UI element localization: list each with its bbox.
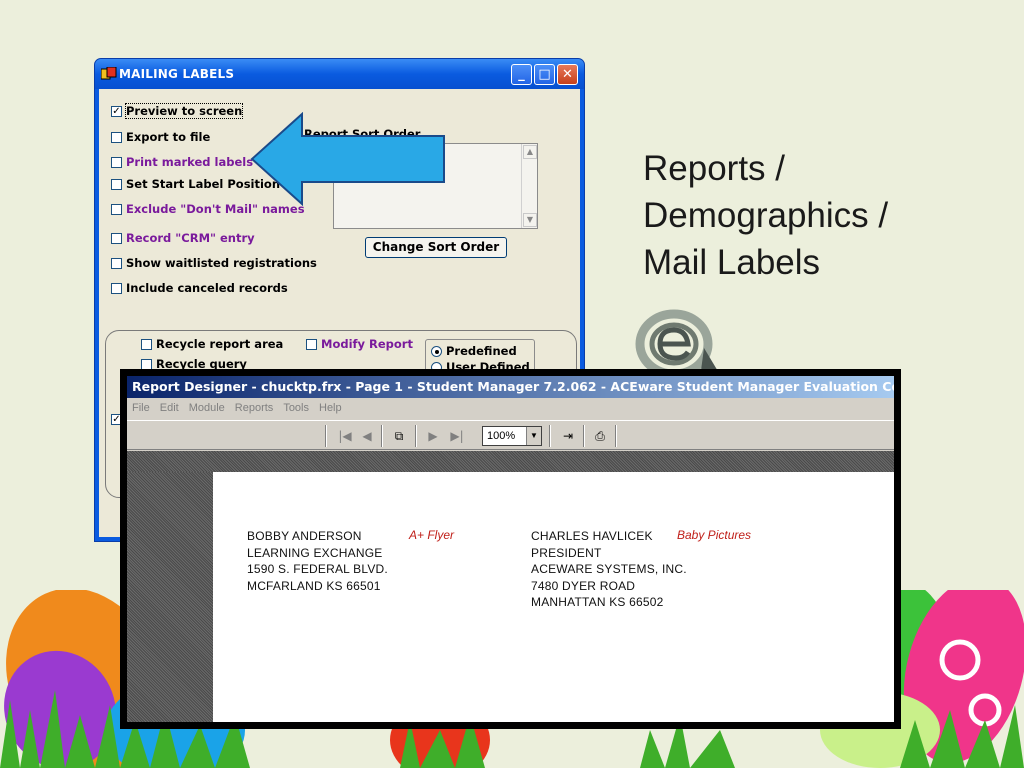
sort-list-scrollbar[interactable]: ▲ ▼ [521, 144, 537, 228]
toolbar-separator [549, 425, 551, 447]
preview-to-screen-checkbox[interactable]: ✓ Preview to screen [111, 103, 244, 119]
report-designer-window: Report Designer - chucktp.frx - Page 1 -… [120, 369, 901, 729]
checkbox-box[interactable] [111, 131, 122, 143]
checkbox-label: Recycle report area [156, 337, 284, 351]
change-sort-order-button[interactable]: Change Sort Order [365, 237, 507, 258]
show-waitlisted-checkbox[interactable]: Show waitlisted registrations [111, 256, 317, 270]
checkbox-box[interactable] [111, 282, 122, 294]
menu-edit[interactable]: Edit [160, 402, 179, 414]
toolbar-separator [325, 425, 327, 447]
exit-preview-icon[interactable]: ⇥ [557, 426, 579, 446]
first-page-icon[interactable]: |◀ [335, 426, 355, 446]
toolbar-separator [381, 425, 383, 447]
preview-gutter-left [127, 472, 213, 722]
print-marked-labels-checkbox[interactable]: Print marked labels [111, 155, 253, 169]
mailing-labels-titlebar[interactable]: MAILING LABELS _ □ ✕ [95, 59, 584, 89]
close-button[interactable]: ✕ [557, 64, 578, 85]
label-flyer-tag: A+ Flyer [409, 528, 455, 542]
export-to-file-checkbox[interactable]: Export to file [111, 130, 210, 144]
radio-label: Predefined [446, 344, 517, 358]
menu-module[interactable]: Module [189, 402, 225, 414]
scroll-down-icon[interactable]: ▼ [523, 213, 537, 227]
preview-toolbar: |◀ ◀ ⧉ ▶ ▶| 100% ▼ ⇥ ⎙ [127, 420, 894, 450]
checkbox-label: Show waitlisted registrations [126, 256, 317, 270]
copy-icon[interactable]: ⧉ [389, 426, 409, 446]
checkbox-label: Record "CRM" entry [126, 231, 255, 245]
label-line: MANHATTAN KS 66502 [531, 595, 664, 609]
toolbar-separator [583, 425, 585, 447]
label-line: 1590 S. FEDERAL BLVD. [247, 562, 388, 576]
menu-tools[interactable]: Tools [283, 402, 309, 414]
last-page-icon[interactable]: ▶| [447, 426, 467, 446]
label-line: CHARLES HAVLICEK [531, 529, 653, 543]
checkbox-label: Preview to screen [124, 103, 244, 119]
minimize-button[interactable]: _ [511, 64, 532, 85]
label-line: 7480 DYER ROAD [531, 578, 636, 593]
predefined-radio[interactable]: Predefined [431, 344, 517, 358]
label-flyer-tag: Baby Pictures [677, 528, 752, 542]
preview-gutter-top [127, 451, 894, 472]
checkbox-box[interactable] [141, 358, 152, 370]
next-page-icon[interactable]: ▶ [425, 426, 441, 446]
record-crm-entry-checkbox[interactable]: Record "CRM" entry [111, 231, 255, 245]
toolbar-separator [615, 425, 617, 447]
checkbox-label: Modify Report [321, 337, 413, 351]
checkbox-box[interactable] [141, 338, 152, 350]
recycle-report-area-checkbox[interactable]: Recycle report area [141, 337, 283, 351]
checkbox-label: Include canceled records [126, 281, 288, 295]
maximize-button[interactable]: □ [534, 64, 555, 85]
slide-title-line: Reports / [643, 149, 785, 188]
checkbox-label: Export to file [126, 130, 211, 144]
checkbox-box[interactable]: ✓ [111, 105, 122, 117]
checkbox-box[interactable] [111, 232, 122, 244]
slide-title: Reports / Demographics / Mail Labels [643, 145, 1003, 286]
mailing-label: CHARLES HAVLICEK PRESIDENT ACEWARE SYSTE… [531, 528, 687, 611]
report-designer-titlebar[interactable]: Report Designer - chucktp.frx - Page 1 -… [127, 376, 894, 398]
aceware-e-logo-icon [635, 309, 722, 378]
print-icon[interactable]: ⎙ [589, 426, 611, 446]
label-line: MCFARLAND KS 66501 [247, 578, 381, 593]
label-line: LEARNING EXCHANGE [247, 545, 383, 560]
label-line: PRESIDENT [531, 545, 602, 560]
slide-title-line: Mail Labels [643, 243, 821, 282]
checkbox-box[interactable] [306, 338, 317, 350]
checkbox-box[interactable] [111, 178, 122, 190]
window-title: MAILING LABELS [119, 67, 235, 81]
label-line: BOBBY ANDERSON [247, 529, 362, 543]
scroll-up-icon[interactable]: ▲ [523, 145, 537, 159]
checkbox-box[interactable] [111, 156, 122, 168]
modify-report-checkbox[interactable]: Modify Report [306, 337, 413, 351]
app-icon [101, 67, 117, 80]
include-canceled-checkbox[interactable]: Include canceled records [111, 281, 288, 295]
zoom-select[interactable]: 100% ▼ [482, 426, 542, 446]
menu-help[interactable]: Help [319, 402, 342, 414]
radio-dot[interactable] [431, 345, 442, 357]
checkbox-label: Print marked labels [126, 155, 254, 169]
zoom-value: 100% [487, 430, 516, 442]
label-line: ACEWARE SYSTEMS, INC. [531, 562, 687, 576]
menu-bar: File Edit Module Reports Tools Help [127, 398, 894, 418]
toolbar-separator [415, 425, 417, 447]
report-designer-frame: Report Designer - chucktp.frx - Page 1 -… [127, 376, 894, 722]
report-type-radio-group: Predefined User Defined [425, 339, 535, 373]
menu-reports[interactable]: Reports [235, 402, 274, 414]
mailing-label: BOBBY ANDERSON LEARNING EXCHANGE 1590 S.… [247, 528, 388, 594]
chevron-down-icon[interactable]: ▼ [526, 427, 541, 445]
checkbox-box[interactable] [111, 203, 122, 215]
callout-arrow-icon [250, 112, 445, 206]
checkbox-box[interactable] [111, 257, 122, 269]
previous-page-icon[interactable]: ◀ [359, 426, 375, 446]
slide-title-line: Demographics / [643, 196, 889, 235]
report-preview-page[interactable]: BOBBY ANDERSON LEARNING EXCHANGE 1590 S.… [213, 472, 894, 722]
menu-file[interactable]: File [132, 402, 150, 414]
